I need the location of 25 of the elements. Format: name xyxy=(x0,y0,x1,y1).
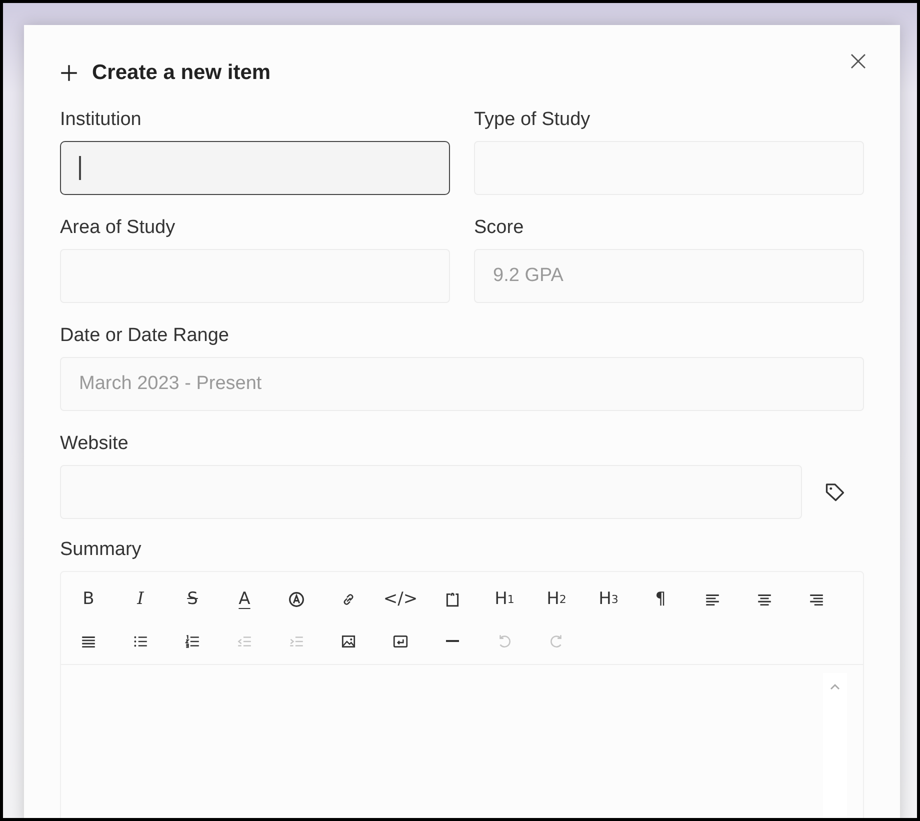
text-field[interactable] xyxy=(60,141,450,195)
rule-icon xyxy=(446,640,459,642)
format-button[interactable]: S xyxy=(173,584,212,614)
format-button[interactable]: ¶ xyxy=(641,584,680,614)
field-label: Date or Date Range xyxy=(60,325,230,347)
format-button[interactable]: </> xyxy=(381,584,420,614)
tag-icon[interactable] xyxy=(824,481,846,503)
field-label: Summary xyxy=(60,539,142,560)
format-button[interactable]: A xyxy=(225,584,264,614)
ordered-list-icon xyxy=(184,632,201,650)
field-label: Institution xyxy=(60,109,142,131)
embed-icon xyxy=(392,632,409,650)
field-label: Website xyxy=(60,433,130,455)
text-cursor xyxy=(79,156,81,180)
field-label: Type of Study xyxy=(474,109,592,131)
format-button[interactable]: I xyxy=(121,584,160,614)
close-button[interactable]: × xyxy=(842,47,874,75)
field-label: Area of Study xyxy=(60,217,176,239)
codeblock-icon xyxy=(444,590,461,608)
highlight-icon xyxy=(288,590,305,608)
field-label: Score xyxy=(474,217,525,239)
image-icon xyxy=(340,632,357,650)
plus-icon xyxy=(60,64,78,82)
format-button[interactable]: B xyxy=(69,584,108,614)
dialog-title: Create a new item xyxy=(92,61,271,85)
